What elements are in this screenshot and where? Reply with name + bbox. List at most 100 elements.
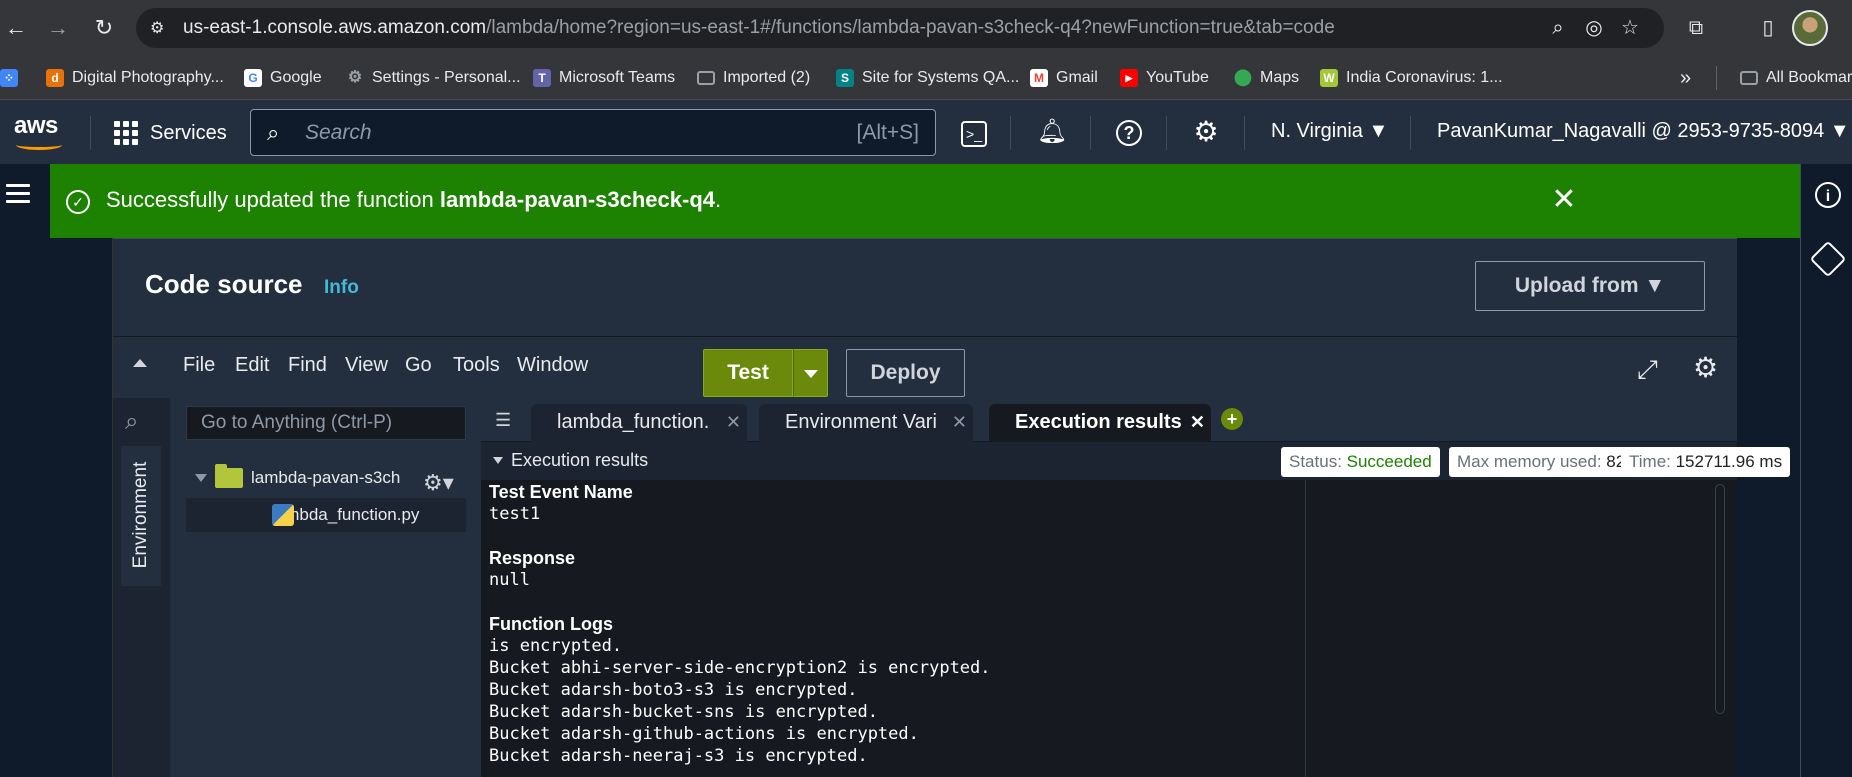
bookmark-microsoft-teams[interactable]: T Microsoft Teams	[533, 66, 675, 90]
menu-edit[interactable]: Edit	[235, 354, 269, 377]
apps-icon[interactable]: ⁘	[0, 66, 18, 90]
tree-file-item[interactable]: lambda_function.py	[186, 498, 466, 532]
search-input[interactable]: ⌕ Search [Alt+S]	[250, 109, 936, 156]
tab-environment[interactable]: Environment	[121, 446, 161, 586]
code-source-panel: Code source Info Upload from ▼ File Edit…	[112, 238, 1791, 777]
side-panel-icon[interactable]: ▯	[1752, 12, 1784, 44]
function-logs-heading: Function Logs	[489, 614, 613, 634]
time-badge: Time: 152711.96 ms	[1621, 447, 1791, 477]
divider	[1010, 116, 1011, 150]
help-icon[interactable]: ?	[1113, 116, 1145, 148]
gear-icon[interactable]: ⚙	[1693, 353, 1723, 383]
sharepoint-icon: S	[836, 69, 854, 87]
divider	[1244, 116, 1245, 150]
zoom-icon[interactable]: ⌕	[1546, 16, 1570, 40]
deploy-button[interactable]: Deploy	[846, 349, 965, 397]
photo-icon: d	[46, 69, 64, 87]
test-button[interactable]: Test	[703, 349, 793, 397]
browser-toolbar: ← → ↻ ⚙ us-east-1.console.aws.amazon.com…	[0, 0, 1852, 56]
url-text[interactable]: us-east-1.console.aws.amazon.com/lambda/…	[183, 17, 1335, 39]
cloudshell-icon[interactable]: >_	[958, 116, 990, 148]
settings-icon[interactable]: ⚙	[1190, 116, 1222, 148]
gear-icon[interactable]: ⚙▾	[423, 470, 454, 496]
tab-lambda-function[interactable]: lambda_function. ✕	[531, 404, 747, 442]
response-value: null	[489, 570, 530, 590]
bookmarks-overflow-button[interactable]: »	[1680, 66, 1691, 90]
search-icon[interactable]: ⌕	[125, 408, 155, 438]
menu-window[interactable]: Window	[517, 354, 588, 377]
scrollbar[interactable]	[1715, 484, 1725, 714]
all-bookmarks[interactable]: All Bookmarks	[1740, 66, 1852, 90]
tab-execution-results[interactable]: Execution results ✕	[989, 404, 1211, 442]
goto-anything-input[interactable]: Go to Anything (Ctrl-P)	[186, 406, 466, 440]
add-tab-icon[interactable]: +	[1221, 408, 1243, 430]
eye-slash-icon[interactable]: ◎	[1582, 16, 1606, 40]
feedback-icon[interactable]	[1809, 240, 1847, 278]
menu-view[interactable]: View	[345, 354, 388, 377]
fullscreen-icon[interactable]: ⤢	[1637, 355, 1665, 383]
tab-environment-variables[interactable]: Environment Vari ✕	[759, 404, 973, 442]
google-icon: G	[244, 69, 262, 87]
info-link[interactable]: Info	[324, 277, 359, 299]
collapse-icon	[493, 457, 503, 464]
close-icon[interactable]: ✕	[726, 404, 741, 440]
teams-icon: T	[533, 69, 551, 87]
search-icon: ⌕	[267, 120, 280, 145]
function-logs: is encrypted. Bucket abhi-server-side-en…	[489, 636, 991, 768]
bookmark-india-coronavirus[interactable]: W India Coronavirus: 1...	[1320, 66, 1503, 90]
log-line: Bucket adarsh-bucket-sns is encrypted.	[489, 702, 878, 722]
bookmark-gmail[interactable]: M Gmail	[1030, 66, 1098, 90]
test-dropdown-button[interactable]	[793, 349, 828, 397]
region-selector[interactable]: N. Virginia ▼	[1271, 120, 1388, 143]
bookmark-digital-photography[interactable]: d Digital Photography...	[46, 66, 224, 90]
menu-tools[interactable]: Tools	[453, 354, 500, 377]
bookmark-star-icon[interactable]: ☆	[1618, 16, 1642, 40]
divider	[90, 116, 91, 150]
youtube-icon: ▶	[1120, 69, 1138, 87]
folder-icon	[215, 464, 243, 488]
menu-go[interactable]: Go	[405, 354, 432, 377]
upload-from-button[interactable]: Upload from ▼	[1475, 261, 1705, 311]
address-bar[interactable]: ⚙ us-east-1.console.aws.amazon.com/lambd…	[136, 8, 1664, 48]
results-section-toggle[interactable]: Execution results	[493, 450, 648, 471]
bell-icon[interactable]: 🔔︎	[1036, 116, 1068, 148]
log-line: is encrypted.	[489, 636, 623, 656]
forward-icon[interactable]: →	[42, 12, 74, 44]
profile-avatar[interactable]	[1792, 10, 1828, 46]
tab-list-icon[interactable]: ☰	[495, 410, 511, 431]
success-flash-banner: ✓ Successfully updated the function lamb…	[50, 164, 1800, 238]
aws-logo[interactable]: aws	[14, 112, 62, 150]
test-event-heading: Test Event Name	[489, 482, 633, 502]
menu-file[interactable]: File	[183, 354, 215, 377]
collapse-icon[interactable]	[133, 359, 147, 367]
menu-find[interactable]: Find	[288, 354, 327, 377]
folder-icon	[1740, 71, 1758, 85]
bookmark-settings[interactable]: ⚙ Settings - Personal...	[346, 66, 521, 90]
code-source-header: Code source Info Upload from ▼	[113, 238, 1737, 336]
gear-icon: ⚙	[347, 69, 363, 86]
bookmark-maps[interactable]: ⬤ Maps	[1234, 66, 1299, 90]
back-icon[interactable]: ←	[0, 12, 32, 44]
close-icon[interactable]: ✕	[1546, 182, 1582, 218]
bookmarks-bar: ⁘ d Digital Photography... G Google ⚙ Setti…	[0, 56, 1852, 100]
log-line: Bucket adarsh-github-actions is encrypte…	[489, 724, 919, 744]
close-icon[interactable]: ✕	[952, 404, 967, 440]
editor-area: ☰ lambda_function. ✕ Environment Vari ✕ …	[481, 398, 1791, 777]
divider	[1090, 116, 1091, 150]
expand-icon	[195, 474, 207, 482]
reload-icon[interactable]: ↻	[88, 12, 120, 44]
flash-message: Successfully updated the function lambda…	[106, 187, 722, 212]
bookmark-youtube[interactable]: ▶ YouTube	[1120, 66, 1209, 90]
menu-icon[interactable]	[6, 184, 30, 203]
info-icon[interactable]: i	[1815, 182, 1841, 208]
bookmark-imported[interactable]: Imported (2)	[697, 66, 810, 90]
bookmark-google[interactable]: G Google	[244, 66, 322, 90]
services-button[interactable]: Services	[114, 116, 227, 150]
account-menu[interactable]: PavanKumar_Nagavalli @ 2953-9735-8094 ▼	[1437, 120, 1850, 143]
bookmark-systems-qa[interactable]: S Site for Systems QA...	[836, 66, 1019, 90]
extensions-icon[interactable]: ⧉	[1680, 12, 1712, 44]
site-info-icon[interactable]: ⚙	[150, 18, 170, 38]
close-icon[interactable]: ✕	[1190, 404, 1205, 440]
status-badge: Status: Succeeded	[1281, 447, 1440, 477]
test-event-value: test1	[489, 504, 541, 524]
